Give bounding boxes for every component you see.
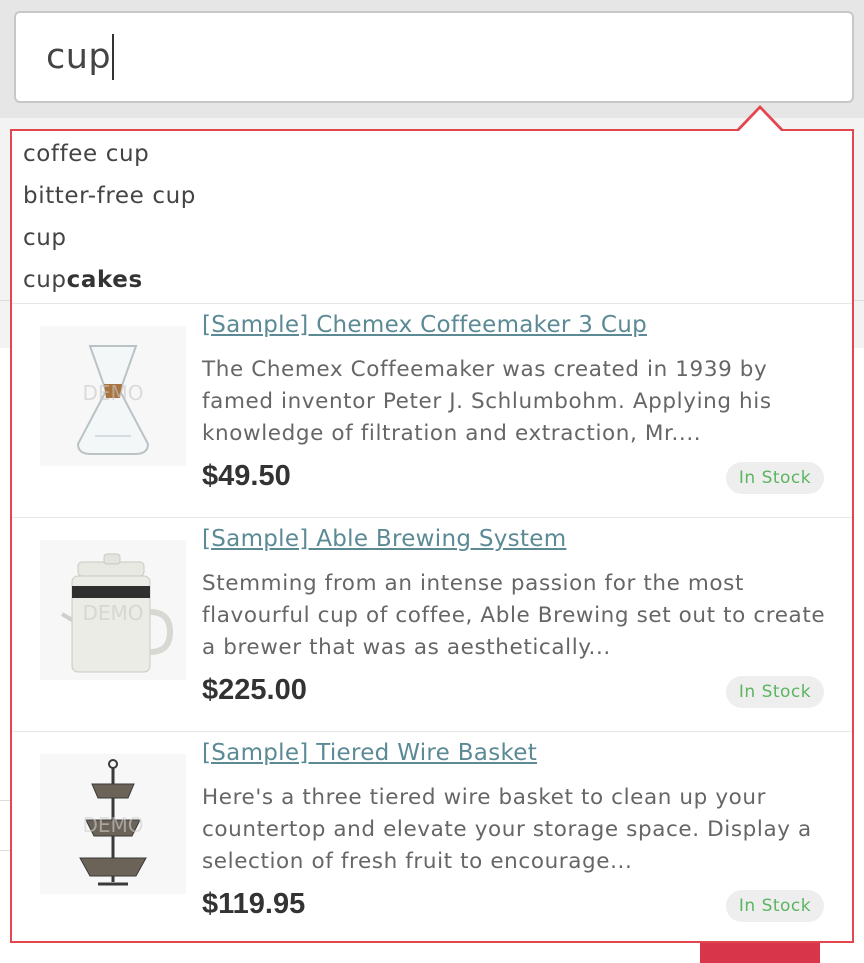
stock-badge: In Stock (726, 462, 824, 494)
suggestion-list: coffee cup bitter-free cup cup cupcakes (12, 131, 852, 303)
product-description: Stemming from an intense passion for the… (202, 571, 826, 660)
search-autocomplete-dropdown: coffee cup bitter-free cup cup cupcakes … (10, 129, 854, 943)
suggestion-item[interactable]: cupcakes (12, 261, 852, 303)
search-input[interactable]: cup (14, 11, 854, 103)
suggestion-text: coffee cup (23, 141, 150, 167)
text-caret (112, 34, 115, 80)
product-result[interactable]: DEMO [Sample] Chemex Coffeemaker 3 Cup T… (12, 303, 852, 517)
suggestion-completion: cakes (66, 267, 143, 293)
suggestion-text: cup (23, 225, 67, 251)
product-description: The Chemex Coffeemaker was created in 19… (202, 357, 772, 446)
product-description: Here's a three tiered wire basket to cle… (202, 785, 812, 874)
demo-watermark: DEMO (82, 813, 143, 837)
chemex-image: DEMO (76, 345, 150, 455)
able-brewer-image: DEMO (60, 553, 174, 673)
product-result[interactable]: DEMO [Sample] Able Brewing System Stemmi… (12, 517, 852, 731)
dropdown-pointer-fill (739, 109, 781, 131)
suggestion-item[interactable]: bitter-free cup (12, 177, 852, 219)
stock-badge: In Stock (726, 676, 824, 708)
product-thumbnail-able-brewer[interactable]: DEMO (40, 540, 186, 680)
product-price: $225.00 (202, 674, 307, 706)
suggestion-item[interactable]: cup (12, 219, 852, 261)
stock-badge: In Stock (726, 890, 824, 922)
suggestion-item[interactable]: coffee cup (12, 135, 852, 177)
product-result[interactable]: DEMO [Sample] Tiered Wire Basket Here's … (12, 731, 852, 945)
product-title-link[interactable]: [Sample] Chemex Coffeemaker 3 Cup (202, 312, 647, 338)
product-title-link[interactable]: [Sample] Tiered Wire Basket (202, 740, 537, 766)
demo-watermark: DEMO (82, 601, 143, 625)
product-thumbnail-chemex[interactable]: DEMO (40, 326, 186, 466)
product-price: $119.95 (202, 888, 306, 920)
product-title-link[interactable]: [Sample] Able Brewing System (202, 526, 566, 552)
suggestion-text: cup (23, 267, 67, 293)
search-input-value: cup (46, 37, 112, 77)
suggestion-text: bitter-free cup (23, 183, 196, 209)
wire-basket-image: DEMO (79, 759, 147, 886)
demo-watermark: DEMO (82, 381, 143, 405)
product-price: $49.50 (202, 460, 291, 492)
product-thumbnail-wire-basket[interactable]: DEMO (40, 754, 186, 894)
